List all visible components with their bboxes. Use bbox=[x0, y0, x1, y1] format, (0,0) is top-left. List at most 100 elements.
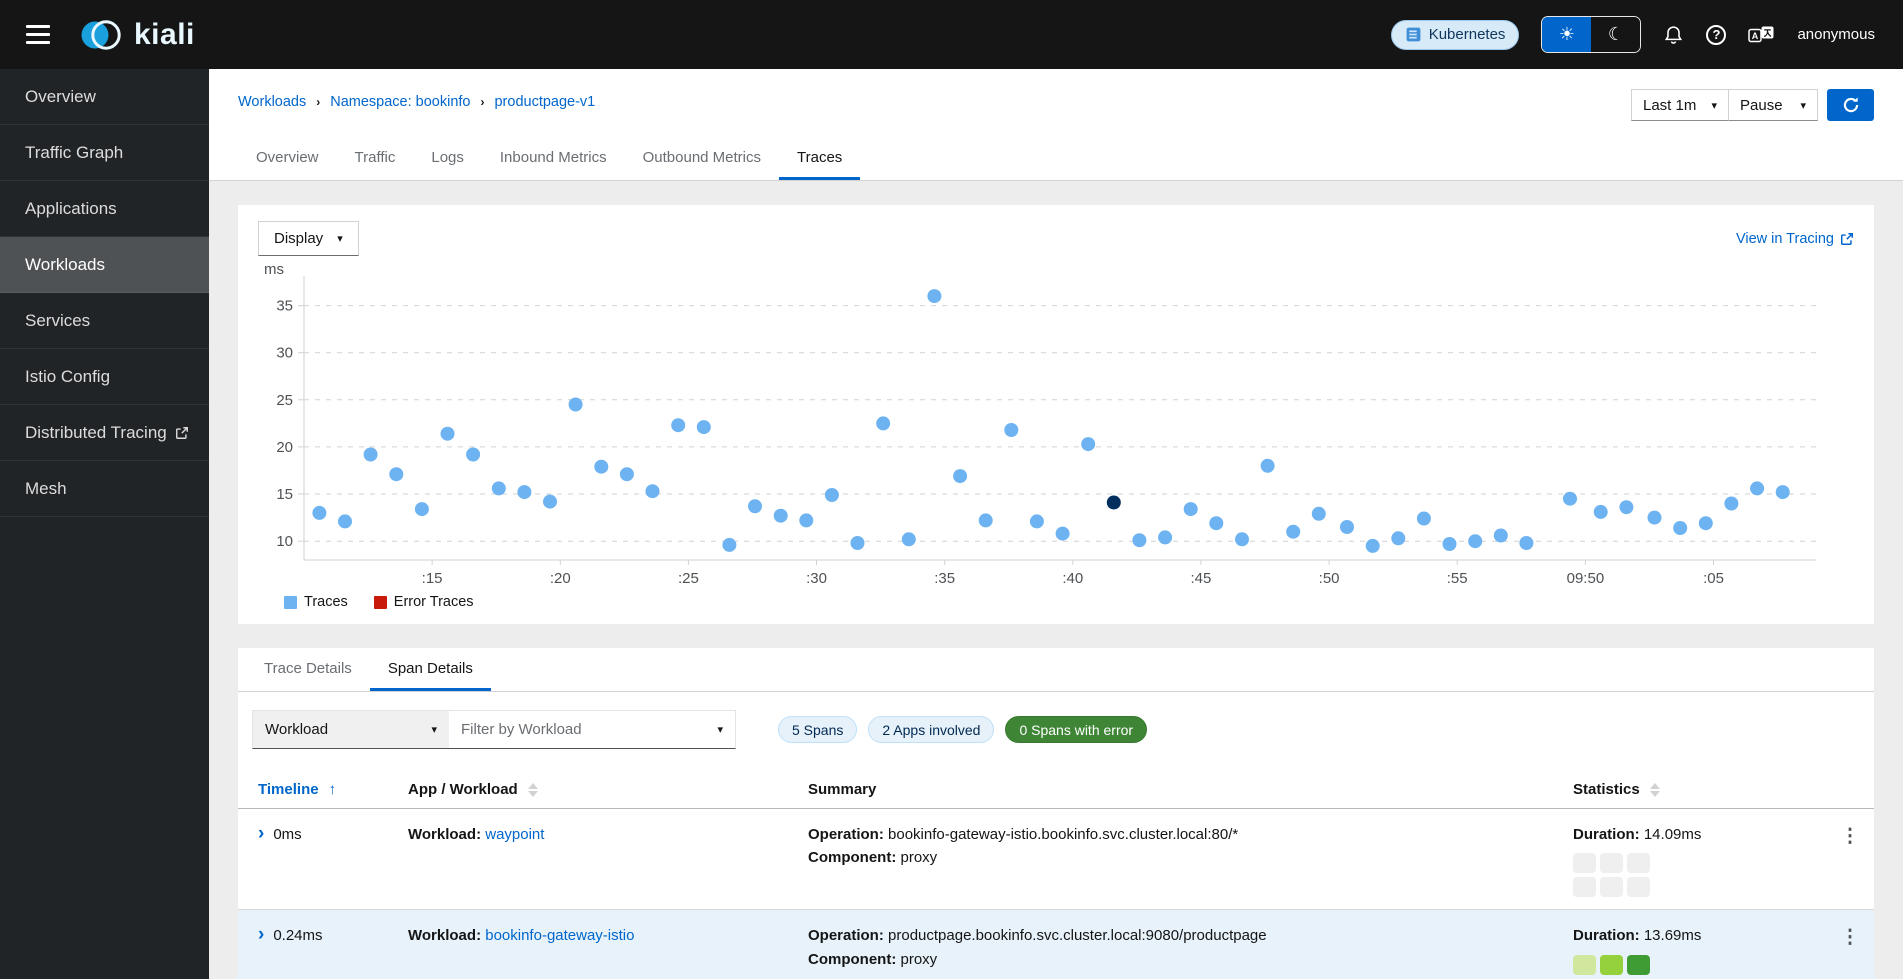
table-header-row: Timeline ↑ App / Workload Summary Statis… bbox=[238, 771, 1874, 809]
column-header-summary: Summary bbox=[808, 781, 1573, 798]
component-value: proxy bbox=[901, 951, 938, 968]
cluster-badge-label: Kubernetes bbox=[1429, 26, 1506, 43]
tab-overview[interactable]: Overview bbox=[238, 137, 337, 180]
sidebar-item-istio-config[interactable]: Istio Config bbox=[0, 349, 209, 405]
svg-text:09:50: 09:50 bbox=[1567, 570, 1605, 587]
sidebar-item-distributed-tracing[interactable]: Distributed Tracing bbox=[0, 405, 209, 461]
refresh-sync-icon bbox=[1842, 96, 1860, 114]
svg-text::25: :25 bbox=[678, 570, 699, 587]
breadcrumb: Workloads › Namespace: bookinfo › produc… bbox=[238, 89, 595, 110]
cluster-icon bbox=[1405, 26, 1422, 43]
breadcrumb-namespace[interactable]: Namespace: bookinfo bbox=[330, 94, 470, 110]
display-dropdown[interactable]: Display ▾ bbox=[258, 221, 359, 256]
workload-link[interactable]: waypoint bbox=[485, 826, 544, 843]
sidebar-item-applications[interactable]: Applications bbox=[0, 181, 209, 237]
caret-down-icon: ▾ bbox=[431, 723, 437, 736]
caret-down-icon: ▾ bbox=[337, 232, 343, 245]
cluster-badge[interactable]: Kubernetes bbox=[1391, 20, 1520, 50]
sidebar-item-services[interactable]: Services bbox=[0, 293, 209, 349]
sidebar-item-overview[interactable]: Overview bbox=[0, 69, 209, 125]
sidebar-nav: Overview Traffic Graph Applications Work… bbox=[0, 69, 209, 979]
refresh-interval-select[interactable]: Pause ▾ bbox=[1728, 89, 1818, 121]
caret-down-icon: ▾ bbox=[717, 723, 723, 736]
error-traces-swatch-icon bbox=[374, 596, 387, 609]
light-theme-button[interactable]: ☀ bbox=[1542, 17, 1591, 52]
spans-with-error-chip[interactable]: 0 Spans with error bbox=[1005, 716, 1147, 743]
svg-text:A: A bbox=[1752, 31, 1759, 41]
breadcrumb-workload-name[interactable]: productpage-v1 bbox=[494, 94, 595, 110]
span-start-time: 0.24ms bbox=[273, 924, 322, 947]
workload-link[interactable]: bookinfo-gateway-istio bbox=[485, 927, 634, 944]
traces-scatter-chart[interactable]: 101520253035:15:20:25:30:35:40:45:50:550… bbox=[258, 260, 1854, 590]
svg-text:35: 35 bbox=[276, 298, 293, 315]
spans-table: Timeline ↑ App / Workload Summary Statis… bbox=[238, 771, 1874, 979]
refresh-button[interactable] bbox=[1827, 89, 1874, 121]
menu-toggle-icon[interactable] bbox=[26, 25, 50, 44]
column-header-statistics[interactable]: Statistics bbox=[1573, 781, 1826, 798]
svg-text::15: :15 bbox=[422, 570, 443, 587]
column-header-app-workload[interactable]: App / Workload bbox=[408, 781, 808, 798]
theme-toggle: ☀ ☾ bbox=[1541, 16, 1641, 53]
apps-involved-chip[interactable]: 2 Apps involved bbox=[868, 716, 994, 743]
sun-icon: ☀ bbox=[1559, 24, 1575, 45]
sidebar-item-mesh[interactable]: Mesh bbox=[0, 461, 209, 517]
svg-text::30: :30 bbox=[806, 570, 827, 587]
tab-span-details[interactable]: Span Details bbox=[370, 648, 491, 691]
language-icon[interactable]: A bbox=[1748, 24, 1775, 45]
kiali-logo-icon bbox=[78, 13, 128, 57]
tab-inbound-metrics[interactable]: Inbound Metrics bbox=[482, 137, 625, 180]
spans-count-chip[interactable]: 5 Spans bbox=[778, 716, 857, 743]
masthead: kiali Kubernetes ☀ ☾ ? A anonymous bbox=[0, 0, 1903, 69]
span-filter-toolbar: Workload ▾ Filter by Workload ▾ 5 Spans … bbox=[238, 692, 1874, 767]
help-icon[interactable]: ? bbox=[1706, 25, 1726, 45]
details-subtabs: Trace Details Span Details bbox=[238, 648, 1874, 692]
legend-error-traces[interactable]: Error Traces bbox=[374, 594, 474, 610]
span-start-time: 0ms bbox=[273, 823, 301, 846]
tab-traces[interactable]: Traces bbox=[779, 137, 860, 180]
sidebar-item-traffic-graph[interactable]: Traffic Graph bbox=[0, 125, 209, 181]
workload-tabs: Overview Traffic Logs Inbound Metrics Ou… bbox=[238, 137, 1874, 180]
svg-text:30: 30 bbox=[276, 345, 293, 362]
svg-text:15: 15 bbox=[276, 486, 293, 503]
traces-swatch-icon bbox=[284, 596, 297, 609]
duration-heatmap bbox=[1573, 853, 1826, 897]
traces-chart-card: Display ▾ View in Tracing 101520253035:1… bbox=[238, 205, 1874, 624]
row-actions-kebab-icon[interactable]: ⋮ bbox=[1826, 823, 1874, 897]
main-content: Workloads › Namespace: bookinfo › produc… bbox=[209, 69, 1903, 979]
caret-down-icon: ▾ bbox=[1800, 99, 1806, 112]
span-details-card: Trace Details Span Details Workload ▾ Fi… bbox=[238, 648, 1874, 979]
svg-text:25: 25 bbox=[276, 392, 293, 409]
span-row: › 0ms Workload: waypoint Operation: book… bbox=[238, 809, 1874, 909]
tab-traffic[interactable]: Traffic bbox=[337, 137, 414, 180]
operation-value: productpage.bookinfo.svc.cluster.local:9… bbox=[888, 927, 1267, 944]
row-expand-chevron-icon[interactable]: › bbox=[258, 925, 264, 944]
sort-ascending-icon: ↑ bbox=[329, 781, 337, 798]
brand-name: kiali bbox=[134, 18, 195, 52]
tab-trace-details[interactable]: Trace Details bbox=[246, 648, 370, 691]
chevron-right-icon: › bbox=[480, 95, 484, 109]
time-range-select[interactable]: Last 1m ▾ bbox=[1631, 89, 1729, 121]
row-expand-chevron-icon[interactable]: › bbox=[258, 824, 264, 843]
external-link-icon bbox=[1840, 232, 1854, 246]
tab-logs[interactable]: Logs bbox=[413, 137, 482, 180]
duration-value: 14.09ms bbox=[1644, 826, 1702, 843]
breadcrumb-workloads[interactable]: Workloads bbox=[238, 94, 306, 110]
column-header-timeline[interactable]: Timeline ↑ bbox=[258, 781, 408, 798]
svg-text::05: :05 bbox=[1703, 570, 1724, 587]
svg-text::50: :50 bbox=[1319, 570, 1340, 587]
svg-text:10: 10 bbox=[276, 533, 293, 550]
legend-traces[interactable]: Traces bbox=[284, 594, 348, 610]
sidebar-item-workloads[interactable]: Workloads bbox=[0, 237, 209, 293]
kiali-brand[interactable]: kiali bbox=[78, 13, 195, 57]
chart-legend: Traces Error Traces bbox=[284, 594, 1854, 610]
duration-heatmap bbox=[1573, 955, 1826, 979]
svg-text::45: :45 bbox=[1190, 570, 1211, 587]
tab-outbound-metrics[interactable]: Outbound Metrics bbox=[625, 137, 779, 180]
filter-type-select[interactable]: Workload ▾ bbox=[253, 711, 449, 748]
duration-value: 13.69ms bbox=[1644, 927, 1702, 944]
view-in-tracing-link[interactable]: View in Tracing bbox=[1736, 231, 1854, 247]
filter-by-workload-input[interactable]: Filter by Workload ▾ bbox=[449, 711, 735, 748]
dark-theme-button[interactable]: ☾ bbox=[1591, 17, 1640, 52]
row-actions-kebab-icon[interactable]: ⋮ bbox=[1826, 924, 1874, 979]
notifications-bell-icon[interactable] bbox=[1663, 24, 1684, 46]
